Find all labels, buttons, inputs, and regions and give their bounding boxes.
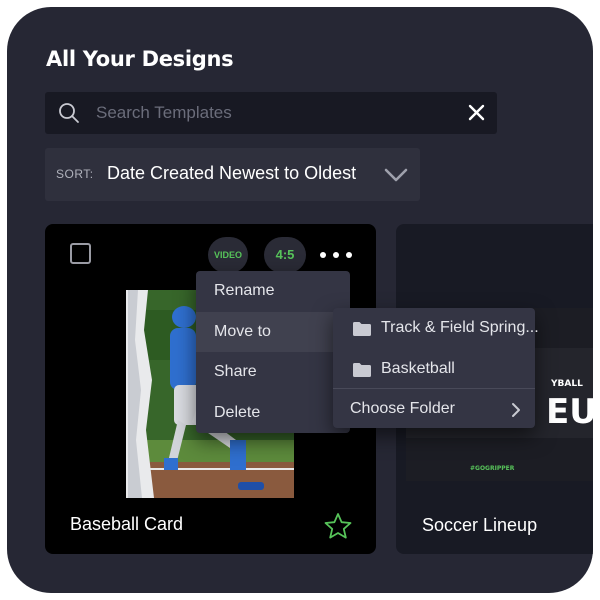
context-menu: Rename Move to Share Delete — [196, 271, 350, 433]
close-icon[interactable] — [468, 104, 485, 126]
star-icon[interactable] — [324, 512, 352, 545]
chevron-right-icon — [511, 402, 521, 423]
card-title[interactable]: Soccer Lineup — [422, 515, 537, 536]
sort-value[interactable]: Date Created Newest to Oldest — [107, 163, 356, 184]
sort-label: SORT: — [56, 167, 94, 181]
preview-hashtag: #GOGRIPPER — [470, 465, 515, 472]
video-badge: VIDEO — [208, 237, 248, 273]
choose-folder-label: Choose Folder — [350, 400, 455, 417]
designs-panel: All Your Designs Search Templates SORT: … — [7, 7, 593, 593]
aspect-ratio-badge: 4:5 — [264, 237, 306, 273]
menu-item-delete[interactable]: Delete — [196, 393, 350, 433]
folder-item-basketball[interactable]: Basketball — [333, 349, 535, 389]
card-title[interactable]: Baseball Card — [70, 514, 183, 535]
choose-folder-item[interactable]: Choose Folder — [333, 388, 535, 429]
menu-item-share[interactable]: Share — [196, 352, 350, 392]
page-title: All Your Designs — [46, 47, 234, 71]
folder-label: Track & Field Spring... — [381, 319, 539, 336]
folder-item-track-field[interactable]: Track & Field Spring... — [333, 308, 539, 348]
search-bar[interactable]: Search Templates — [45, 92, 497, 134]
move-to-submenu: Track & Field Spring... Basketball Choos… — [333, 308, 539, 429]
folder-icon — [353, 363, 371, 382]
menu-item-move-to[interactable]: Move to — [196, 312, 350, 352]
menu-item-rename[interactable]: Rename — [196, 271, 350, 311]
folder-label: Basketball — [381, 360, 455, 377]
search-input[interactable]: Search Templates — [96, 103, 232, 123]
chevron-down-icon[interactable] — [384, 167, 408, 188]
preview-text-top: YBALL — [550, 379, 583, 389]
sort-dropdown[interactable]: SORT: Date Created Newest to Oldest — [45, 148, 420, 201]
select-checkbox[interactable] — [70, 243, 91, 264]
more-options-icon[interactable] — [320, 246, 354, 264]
search-icon — [58, 102, 80, 129]
folder-icon — [353, 322, 371, 341]
preview-text-main: EUP — [546, 392, 593, 432]
